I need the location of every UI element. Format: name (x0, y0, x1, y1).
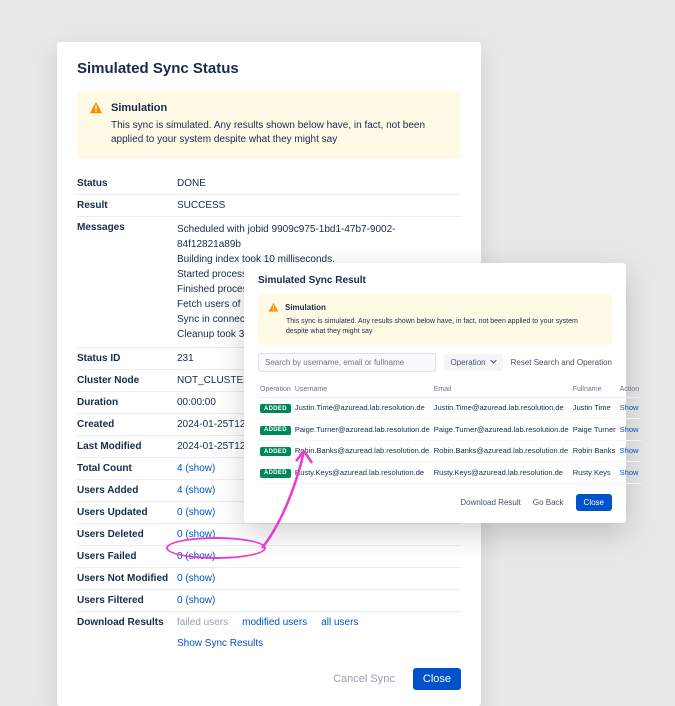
operation-dropdown[interactable]: Operation (444, 354, 502, 371)
failed-link[interactable]: 0 (show) (177, 551, 215, 562)
filtered-label: Users Filtered (77, 590, 177, 612)
download-all-link[interactable]: all users (321, 617, 358, 628)
messages-label: Messages (77, 217, 177, 348)
added-label: Users Added (77, 480, 177, 502)
warning-icon (89, 101, 103, 115)
search-input[interactable] (258, 353, 436, 372)
go-back-link[interactable]: Go Back (533, 498, 564, 507)
cell-email: Paige.Turner@azuread.lab.resolution.de (432, 419, 571, 441)
chevron-down-icon (490, 358, 497, 367)
banner-body: This sync is simulated. Any results show… (89, 119, 449, 147)
updated-link[interactable]: 0 (show) (177, 507, 215, 518)
col-email: Email (432, 382, 571, 398)
row-show-link[interactable]: Show (620, 403, 639, 412)
cell-email: Justin.Time@azuread.lab.resolution.de (432, 397, 571, 419)
result-close-button[interactable]: Close (576, 494, 612, 511)
added-link[interactable]: 4 (show) (177, 485, 215, 496)
result-value: SUCCESS (177, 195, 461, 217)
cell-email: Robin.Banks@azuread.lab.resolution.de (432, 440, 571, 462)
col-action: Action (618, 382, 641, 398)
row-show-link[interactable]: Show (620, 425, 639, 434)
cell-username: Paige.Turner@azuread.lab.resolution.de (293, 419, 432, 441)
row-show-link[interactable]: Show (620, 446, 639, 455)
status-label: Status (77, 173, 177, 195)
result-banner-body: This sync is simulated. Any results show… (268, 317, 602, 337)
page-title: Simulated Sync Status (77, 60, 461, 77)
dialog-footer: Cancel Sync Close (77, 654, 461, 690)
cell-fullname: Rusty Keys (571, 462, 618, 484)
failed-label: Users Failed (77, 546, 177, 568)
filtered-link[interactable]: 0 (show) (177, 595, 215, 606)
table-row: ADDED Paige.Turner@azuread.lab.resolutio… (258, 419, 641, 441)
download-result-link[interactable]: Download Result (460, 498, 520, 507)
col-fullname: Fullname (571, 382, 618, 398)
modified-label: Last Modified (77, 436, 177, 458)
added-badge: ADDED (260, 469, 291, 478)
added-badge: ADDED (260, 404, 291, 413)
row-show-link[interactable]: Show (620, 468, 639, 477)
operation-label: Operation (450, 358, 485, 367)
cell-username: Robin.Banks@azuread.lab.resolution.de (293, 440, 432, 462)
table-row: ADDED Justin.Time@azuread.lab.resolution… (258, 397, 641, 419)
cancel-sync-button[interactable]: Cancel Sync (323, 668, 405, 690)
deleted-label: Users Deleted (77, 524, 177, 546)
cell-fullname: Justin Time (571, 397, 618, 419)
close-button[interactable]: Close (413, 668, 461, 690)
table-row: ADDED Robin.Banks@azuread.lab.resolution… (258, 440, 641, 462)
unmod-link[interactable]: 0 (show) (177, 573, 215, 584)
cell-username: Justin.Time@azuread.lab.resolution.de (293, 397, 432, 419)
unmod-label: Users Not Modified (77, 568, 177, 590)
cell-username: Rusty.Keys@azuread.lab.resolution.de (293, 462, 432, 484)
result-banner-title: Simulation (285, 303, 326, 312)
warning-icon (268, 302, 279, 313)
banner-title: Simulation (111, 102, 167, 114)
result-table: Operation Username Email Fullname Action… (258, 382, 641, 484)
cluster-label: Cluster Node (77, 370, 177, 392)
added-badge: ADDED (260, 426, 291, 435)
created-label: Created (77, 414, 177, 436)
duration-label: Duration (77, 392, 177, 414)
col-username: Username (293, 382, 432, 398)
status-id-label: Status ID (77, 348, 177, 370)
cell-fullname: Robin Banks (571, 440, 618, 462)
show-sync-results-link[interactable]: Show Sync Results (177, 638, 263, 649)
cell-email: Rusty.Keys@azuread.lab.resolution.de (432, 462, 571, 484)
deleted-link[interactable]: 0 (show) (177, 529, 215, 540)
col-operation: Operation (258, 382, 293, 398)
added-badge: ADDED (260, 447, 291, 456)
total-label: Total Count (77, 458, 177, 480)
result-footer: Download Result Go Back Close (258, 484, 612, 511)
updated-label: Users Updated (77, 502, 177, 524)
cell-fullname: Paige Turner (571, 419, 618, 441)
result-simulation-banner: Simulation This sync is simulated. Any r… (258, 294, 612, 345)
sync-result-dialog: Simulated Sync Result Simulation This sy… (244, 263, 626, 523)
download-failed-link[interactable]: failed users (177, 617, 228, 628)
reset-search-link[interactable]: Reset Search and Operation (511, 358, 612, 367)
table-row: ADDED Rusty.Keys@azuread.lab.resolution.… (258, 462, 641, 484)
message-line: Scheduled with jobid 9909c975-1bd1-47b7-… (177, 222, 457, 252)
simulation-banner: Simulation This sync is simulated. Any r… (77, 91, 461, 159)
download-label: Download Results (77, 612, 177, 655)
download-modified-link[interactable]: modified users (242, 617, 307, 628)
result-label: Result (77, 195, 177, 217)
total-link[interactable]: 4 (show) (177, 463, 215, 474)
result-title: Simulated Sync Result (258, 275, 612, 286)
status-value: DONE (177, 173, 461, 195)
